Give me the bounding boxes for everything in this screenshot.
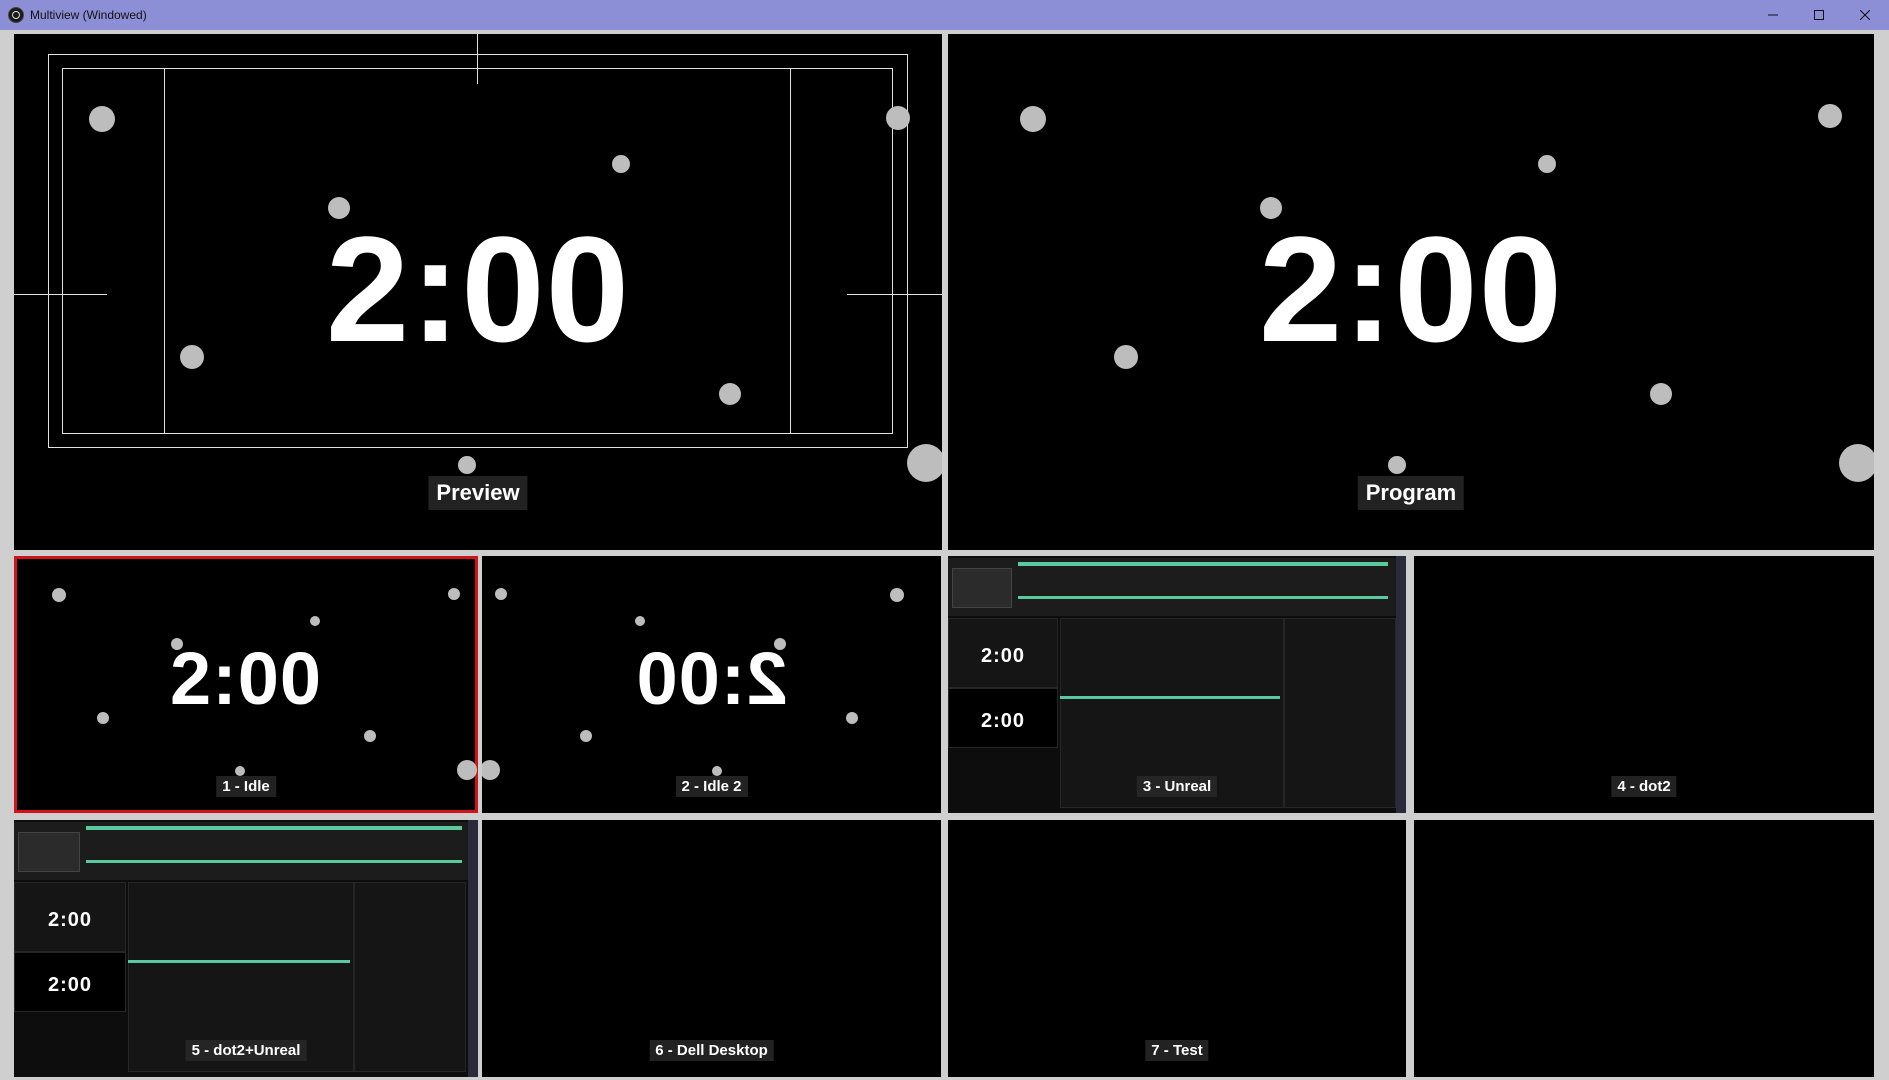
preview-pane[interactable]: 2:00 Preview <box>14 34 942 550</box>
dot <box>52 588 66 602</box>
safe-area-outer-bottom <box>48 447 908 448</box>
scene-3-clock-bottom: 2:00 <box>980 710 1026 732</box>
close-button[interactable] <box>1842 0 1888 30</box>
safe-area-inner-bottom <box>62 433 893 434</box>
dot <box>1388 456 1406 474</box>
dot <box>457 760 477 780</box>
ui-toolbar <box>948 558 1396 616</box>
dot <box>235 766 245 776</box>
dot <box>1538 155 1556 173</box>
ui-panel <box>354 882 466 1072</box>
scene-5-clock-top: 2:00 <box>47 909 93 931</box>
ui-green-bar <box>86 826 462 830</box>
center-mark-top <box>477 34 478 84</box>
dot <box>635 616 645 626</box>
scene-5-clock-bottom: 2:00 <box>47 974 93 996</box>
ui-green-bar <box>86 860 462 863</box>
scene-3-unreal[interactable]: 2:00 2:00 3 - Unreal <box>948 556 1406 813</box>
program-label: Program <box>1357 476 1465 510</box>
minimize-icon <box>1768 14 1778 16</box>
dot <box>907 444 942 482</box>
scene-1-label: 1 - Idle <box>216 776 276 797</box>
scene-2-label: 2 - Idle 2 <box>675 776 748 797</box>
program-pane[interactable]: 2:00 Program <box>948 34 1874 550</box>
scene-3-clock-top: 2:00 <box>980 645 1026 667</box>
scene-1-clock: 2:00 <box>169 637 323 720</box>
dot <box>890 588 904 602</box>
dot <box>458 456 476 474</box>
dot <box>719 383 741 405</box>
ui-green-bar <box>1018 562 1388 566</box>
dot <box>364 730 376 742</box>
dot <box>310 616 320 626</box>
scene-7-test[interactable]: 7 - Test <box>948 820 1406 1077</box>
obs-icon <box>8 7 24 23</box>
scene-2-clock: 2:00 <box>635 637 788 720</box>
scene-7-label: 7 - Test <box>1145 1040 1209 1061</box>
ui-green-bar <box>1060 696 1280 699</box>
dot <box>886 106 910 130</box>
ui-green-bar <box>128 960 350 963</box>
dot <box>1650 383 1672 405</box>
scene-5-label: 5 - dot2+Unreal <box>185 1040 307 1061</box>
preview-label: Preview <box>428 476 528 510</box>
ui-panel <box>1284 618 1396 808</box>
preview-clock: 2:00 <box>325 205 631 373</box>
scene-3-label: 3 - Unreal <box>1136 776 1218 797</box>
ui-control <box>18 832 80 872</box>
dot <box>1839 444 1874 482</box>
dot <box>1818 104 1842 128</box>
scene-6-dell-desktop[interactable]: 6 - Dell Desktop <box>482 820 941 1077</box>
dot <box>580 730 592 742</box>
ui-sidebar <box>468 820 478 1077</box>
dot <box>1020 106 1046 132</box>
maximize-button[interactable] <box>1796 0 1842 30</box>
ui-screenshot: 2:00 2:00 <box>14 820 478 1077</box>
dot <box>712 766 722 776</box>
scene-8-empty[interactable] <box>1414 820 1874 1077</box>
ui-control <box>952 568 1012 608</box>
multiview-grid: 2:00 Preview 2:00 Program 2:00 1 - Idle <box>0 30 1889 1080</box>
title-bar: Multiview (Windowed) <box>0 0 1889 30</box>
scene-4-label: 4 - dot2 <box>1611 776 1677 797</box>
dot <box>89 106 115 132</box>
scene-2-idle-2[interactable]: 2:00 2 - Idle 2 <box>482 556 941 813</box>
ui-screenshot: 2:00 2:00 <box>948 556 1406 813</box>
maximize-icon <box>1814 10 1824 20</box>
close-icon <box>1860 10 1870 20</box>
dot <box>612 155 630 173</box>
ui-green-bar <box>1018 596 1388 599</box>
scene-5-dot2-unreal[interactable]: 2:00 2:00 5 - dot2+Unreal <box>14 820 478 1077</box>
scene-1-idle[interactable]: 2:00 1 - Idle <box>14 556 478 813</box>
scene-6-label: 6 - Dell Desktop <box>649 1040 774 1061</box>
dot <box>448 588 460 600</box>
dot <box>495 588 507 600</box>
ui-sidebar <box>1396 556 1406 813</box>
dot <box>482 760 500 780</box>
window-title: Multiview (Windowed) <box>30 8 147 22</box>
scene-4-dot2[interactable]: 4 - dot2 <box>1414 556 1874 813</box>
safe-area-outer <box>48 54 908 55</box>
program-clock: 2:00 <box>1258 205 1564 373</box>
ui-toolbar <box>14 822 468 880</box>
minimize-button[interactable] <box>1750 0 1796 30</box>
